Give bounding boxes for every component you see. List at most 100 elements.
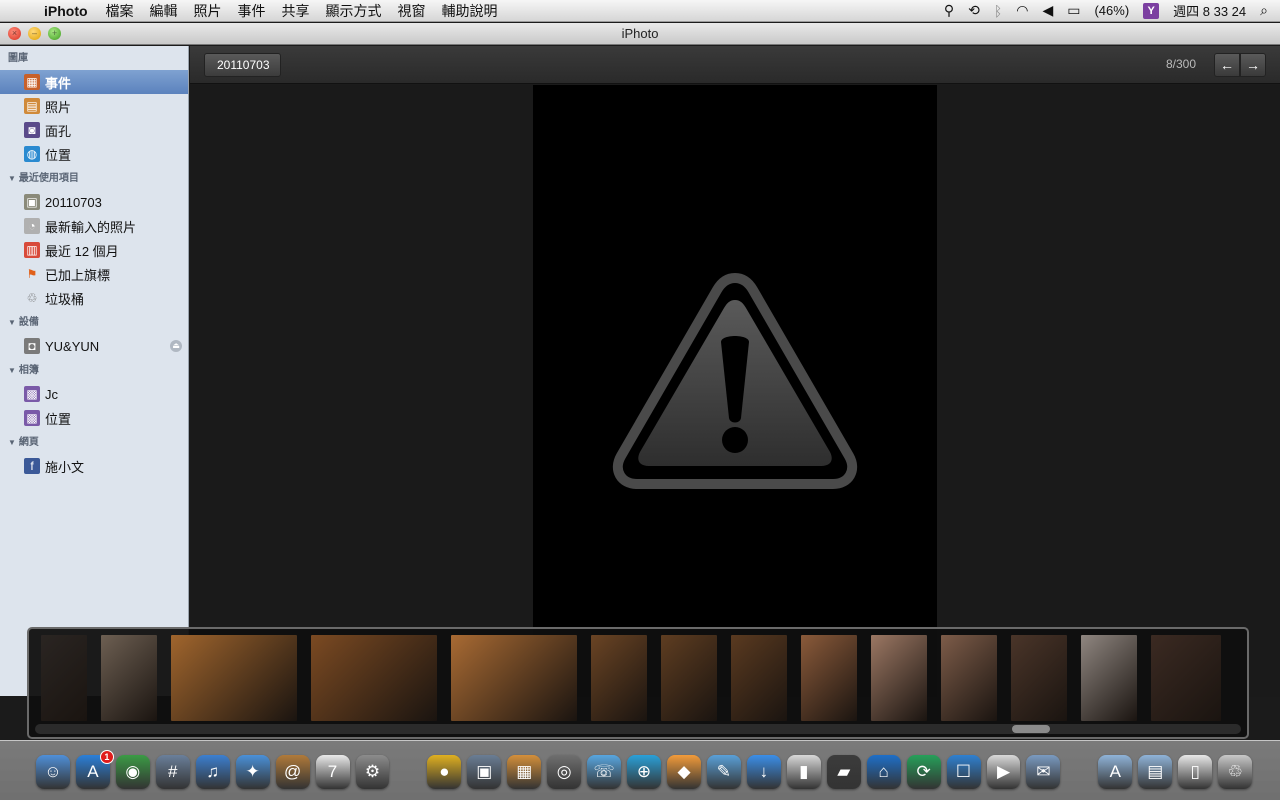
disclosure-triangle-icon[interactable]: ▼ — [8, 438, 16, 447]
menu-item-3[interactable]: 事件 — [230, 1, 274, 21]
menu-item-7[interactable]: 輔助說明 — [434, 1, 506, 21]
menu-clock[interactable]: 週四 8 33 24 — [1173, 1, 1246, 20]
tethering-icon[interactable]: ⚲ — [944, 2, 954, 19]
sidebar-item-1-3[interactable]: ⚑ 已加上旗標 — [0, 262, 188, 286]
sidebar-section-header[interactable]: ▼ 網頁 — [0, 430, 188, 454]
trash-icon: ♲ — [26, 291, 38, 305]
dashboard-icon[interactable]: # — [155, 755, 190, 789]
bluetooth-icon[interactable]: ᛒ — [994, 3, 1002, 19]
sidebar-item-1-4[interactable]: ♲ 垃圾桶 — [0, 286, 188, 310]
menu-item-4[interactable]: 共享 — [274, 1, 318, 21]
photos-folder-icon[interactable]: ✉ — [1026, 755, 1061, 789]
disclosure-triangle-icon[interactable]: ▼ — [8, 318, 16, 327]
sidebar-item-0-3[interactable]: ◍ 位置 — [0, 142, 188, 166]
home-icon[interactable]: ⌂ — [866, 755, 901, 789]
documents-folder-icon[interactable]: ▤ — [1138, 755, 1173, 789]
wifi-icon[interactable]: ◠ — [1016, 2, 1028, 19]
app-menu[interactable]: iPhoto — [40, 3, 98, 19]
status-area: ⚲ ⟲ ᛒ ◠ ◀ ▭ (46%) Y 週四 8 33 24 ⌕ — [944, 1, 1280, 20]
ical-icon[interactable]: 7 — [315, 755, 350, 789]
previous-photo-icon[interactable]: ← — [1214, 53, 1240, 77]
filmstrip-thumbnail[interactable] — [801, 635, 857, 721]
safari-icon[interactable]: ✦ — [235, 755, 270, 789]
monitor-icon[interactable]: ▮ — [786, 755, 821, 789]
colorsync-icon[interactable]: ● — [427, 755, 462, 789]
battery-percent[interactable]: (46%) — [1094, 3, 1129, 18]
menu-item-2[interactable]: 照片 — [186, 1, 230, 21]
iphone-sync-icon[interactable]: ☐ — [946, 755, 981, 789]
filmstrip-thumbnail[interactable] — [101, 635, 157, 721]
preview-icon[interactable]: ✎ — [706, 755, 741, 789]
sidebar-item-0-2[interactable]: ◙ 面孔 — [0, 118, 188, 142]
filmstrip-thumbnail[interactable] — [311, 635, 437, 721]
battery-icon[interactable]: ▭ — [1067, 2, 1080, 19]
system-preferences-icon[interactable]: ⚙ — [355, 755, 390, 789]
dvd-player-icon[interactable]: ▶ — [986, 755, 1021, 789]
filmstrip-thumbnail[interactable] — [171, 635, 297, 721]
filmstrip-thumbnail[interactable] — [731, 635, 787, 721]
filmstrip-thumbnail[interactable] — [871, 635, 927, 721]
quicktime-icon[interactable]: ⊕ — [627, 755, 662, 789]
section-header-label: 相簿 — [18, 365, 39, 376]
back-to-event-button[interactable]: 20110703 — [204, 53, 281, 77]
sidebar-item-4-0[interactable]: f 施小文 — [0, 454, 188, 478]
filmstrip-thumbnail[interactable] — [1081, 635, 1137, 721]
transmit-icon[interactable]: ◆ — [667, 755, 701, 789]
disclosure-triangle-icon[interactable]: ▼ — [8, 174, 16, 183]
filmstrip-scrollbar[interactable] — [35, 724, 1241, 734]
faces-icon: ◙ — [24, 122, 40, 138]
document-icon[interactable]: ▯ — [1178, 755, 1213, 789]
menu-item-1[interactable]: 編輯 — [142, 1, 186, 21]
filmstrip-thumbnail[interactable] — [1151, 635, 1221, 721]
sidebar-section-header[interactable]: ▼ 最近使用項目 — [0, 166, 188, 190]
downloads-icon[interactable]: ↓ — [746, 755, 781, 789]
sidebar-item-1-1[interactable]: ◔ 最新輸入的照片 — [0, 214, 188, 238]
sidebar-item-1-2[interactable]: ▥ 最近 12 個月 — [0, 238, 188, 262]
filmstrip-scroll-thumb[interactable] — [1012, 725, 1050, 733]
sidebar-item-label: 事件 — [45, 75, 72, 91]
filmstrip-thumbnail[interactable] — [451, 635, 577, 721]
trash-dock-icon[interactable]: ♲ — [1218, 755, 1253, 789]
itunes-icon[interactable]: ♫ — [195, 755, 230, 789]
finder-icon[interactable]: ☺ — [36, 755, 70, 789]
sidebar-section-header[interactable]: ▼ 相簿 — [0, 358, 188, 382]
spotlight-icon[interactable]: ⌕ — [1260, 2, 1268, 19]
facetime-icon[interactable]: ☏ — [587, 755, 622, 789]
filmstrip-thumbnail[interactable] — [591, 635, 647, 721]
sidebar-section-header[interactable]: ▼ 設備 — [0, 310, 188, 334]
filmstrip-thumbnail[interactable] — [1011, 635, 1067, 721]
volume-icon[interactable]: ◀ — [1042, 2, 1053, 19]
close-window-icon[interactable]: × — [8, 27, 21, 40]
eject-icon[interactable]: ⏏ — [170, 340, 182, 352]
iphoto-icon[interactable]: ▦ — [507, 755, 542, 789]
cleaner-icon[interactable]: ⟳ — [906, 755, 941, 789]
filmstrip-thumbnail[interactable] — [41, 635, 87, 721]
sidebar-item-1-0[interactable]: ▣ 20110703 — [0, 190, 188, 214]
photo-booth-icon[interactable]: ◎ — [547, 755, 582, 789]
sidebar-item-3-0[interactable]: ▩ Jc — [0, 382, 188, 406]
filmstrip-thumbnail[interactable] — [661, 635, 717, 721]
filmstrip-thumbnails — [41, 635, 1237, 721]
sidebar-item-3-1[interactable]: ▩ 位置 — [0, 406, 188, 430]
yahoo-messenger-icon[interactable]: Y — [1143, 2, 1160, 19]
address-book-icon[interactable]: @ — [275, 755, 310, 789]
sidebar-item-0-0[interactable]: ▦ 事件 — [0, 70, 188, 94]
menu-item-5[interactable]: 顯示方式 — [318, 1, 390, 21]
time-machine-icon[interactable]: ⟲ — [968, 2, 980, 19]
section-header-label: 圖庫 — [8, 53, 28, 64]
menu-item-6[interactable]: 視窗 — [390, 1, 434, 21]
zoom-window-icon[interactable]: + — [48, 27, 61, 40]
next-photo-icon[interactable]: → — [1240, 53, 1266, 77]
app-store-icon[interactable]: A1 — [75, 750, 114, 789]
photo-frame[interactable] — [533, 85, 937, 697]
menu-item-0[interactable]: 檔案 — [98, 1, 142, 21]
ps3-icon[interactable]: ▰ — [826, 755, 861, 789]
chrome-icon[interactable]: ◉ — [115, 755, 150, 789]
disclosure-triangle-icon[interactable]: ▼ — [8, 366, 16, 375]
vmware-icon[interactable]: ▣ — [467, 755, 502, 789]
minimize-window-icon[interactable]: – — [28, 27, 41, 40]
sidebar-item-2-0[interactable]: ◘ YU&YUN ⏏ — [0, 334, 188, 358]
sidebar-item-0-1[interactable]: ▤ 照片 — [0, 94, 188, 118]
applications-folder-icon[interactable]: A — [1098, 755, 1133, 789]
filmstrip-thumbnail[interactable] — [941, 635, 997, 721]
